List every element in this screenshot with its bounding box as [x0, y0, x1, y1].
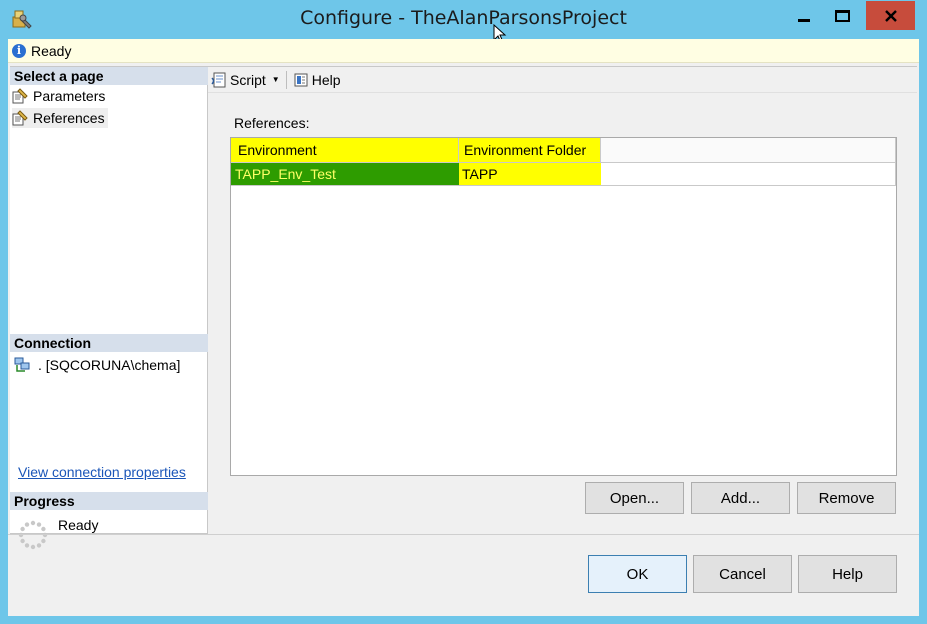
connection-info: . [SQCORUNA\chema] — [14, 357, 180, 373]
connection-text: . [SQCORUNA\chema] — [38, 357, 181, 373]
remove-button[interactable]: Remove — [797, 482, 896, 514]
title-bar[interactable]: Configure - TheAlanParsonsProject — [0, 0, 927, 44]
page-item-parameters[interactable]: Parameters — [12, 86, 105, 106]
open-button[interactable]: Open... — [585, 482, 684, 514]
help-button-label: Help — [832, 565, 863, 583]
help-icon — [293, 72, 309, 88]
ok-button[interactable]: OK — [588, 555, 687, 593]
help-button[interactable]: Help — [798, 555, 897, 593]
page-item-label: References — [33, 110, 105, 126]
add-button-label: Add... — [720, 489, 761, 507]
maximize-button[interactable] — [820, 1, 864, 30]
info-icon: i — [12, 43, 26, 58]
close-button[interactable] — [866, 1, 915, 30]
right-pane: Script ▼ Help References: Environment En… — [208, 66, 917, 534]
minimize-button[interactable] — [790, 1, 817, 30]
script-button[interactable]: Script ▼ — [208, 69, 283, 91]
status-text: Ready — [31, 42, 72, 59]
cell-empty — [601, 163, 896, 186]
references-grid[interactable]: Environment Environment Folder TAPP_Env_… — [230, 137, 897, 476]
help-label: Help — [311, 71, 341, 88]
maximize-icon — [834, 9, 850, 22]
script-icon — [211, 72, 227, 88]
table-row[interactable]: TAPP_Env_Test TAPP — [231, 163, 896, 186]
column-header-environment[interactable]: Environment — [231, 138, 459, 163]
progress-spinner-icon — [18, 520, 48, 550]
column-header-empty — [601, 138, 896, 163]
help-toolbar-button[interactable]: Help — [290, 69, 344, 91]
status-bar: i Ready — [8, 39, 919, 63]
select-page-header: Select a page — [10, 67, 208, 85]
script-label: Script — [230, 71, 266, 88]
progress-text: Ready — [58, 517, 99, 533]
cell-environment[interactable]: TAPP_Env_Test — [231, 163, 459, 186]
minimize-icon — [797, 19, 810, 22]
cancel-button[interactable]: Cancel — [693, 555, 792, 593]
window-title: Configure - TheAlanParsonsProject — [300, 7, 627, 29]
view-connection-properties-link[interactable]: View connection properties — [18, 464, 186, 480]
cancel-button-label: Cancel — [719, 565, 766, 583]
references-label: References: — [234, 115, 310, 131]
toolbar-separator — [285, 70, 287, 89]
cell-environment-folder[interactable]: TAPP — [459, 163, 601, 186]
column-header-environment-folder[interactable]: Environment Folder — [459, 138, 601, 163]
property-page-icon — [12, 88, 28, 104]
close-icon — [884, 9, 897, 22]
left-pane: Select a page Parameters References Conn… — [10, 66, 208, 550]
property-page-icon — [12, 110, 28, 126]
remove-button-label: Remove — [818, 489, 875, 507]
grid-header: Environment Environment Folder — [231, 138, 896, 163]
open-button-label: Open... — [609, 489, 660, 507]
server-connection-icon — [14, 357, 32, 373]
dialog-client-area: i Ready Select a page Parameters Referen… — [8, 39, 919, 616]
add-button[interactable]: Add... — [691, 482, 790, 514]
footer-divider — [8, 534, 919, 535]
progress-header: Progress — [10, 492, 208, 510]
chevron-down-icon[interactable]: ▼ — [272, 75, 280, 84]
progress-status: Ready — [18, 517, 99, 550]
connection-header: Connection — [10, 334, 208, 352]
ok-button-label: OK — [626, 565, 649, 583]
page-item-label: Parameters — [33, 88, 106, 104]
toolbar: Script ▼ Help — [208, 67, 917, 93]
page-item-references[interactable]: References — [12, 108, 108, 128]
